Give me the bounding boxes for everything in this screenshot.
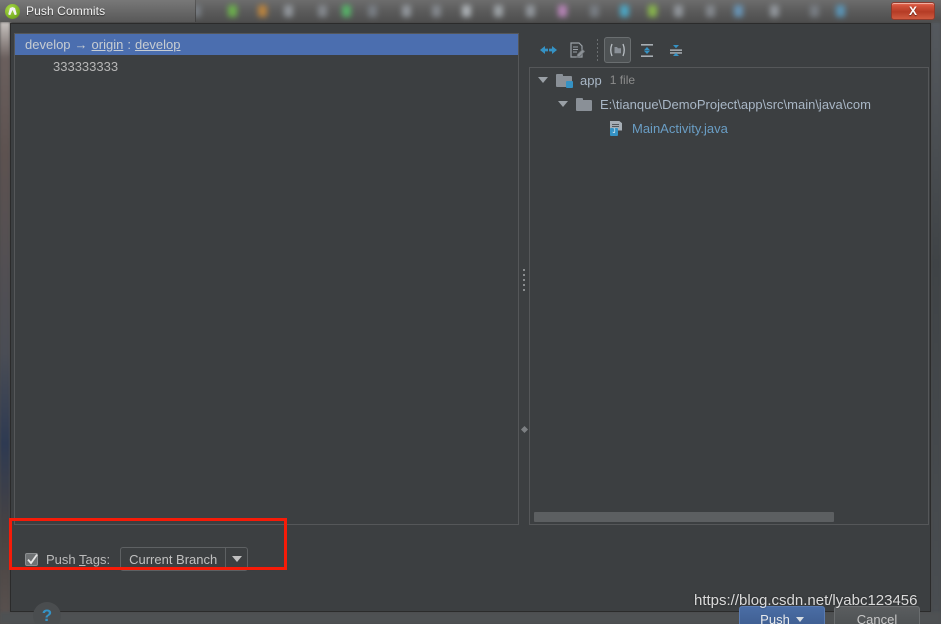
files-horizontal-scrollbar[interactable] (531, 511, 928, 523)
chevron-down-icon[interactable] (225, 548, 247, 570)
panel-splitter[interactable] (519, 33, 529, 525)
tree-row[interactable]: E:\tianque\DemoProject\app\src\main\java… (530, 92, 928, 116)
close-window-button[interactable]: X (891, 2, 935, 20)
file-name: MainActivity.java (632, 120, 728, 136)
window-title: Push Commits (26, 4, 106, 18)
backdrop-right-edge (931, 22, 941, 624)
commit-list-item[interactable]: 333333333 (15, 55, 518, 77)
edit-source-icon[interactable] (564, 37, 591, 63)
directory-path: E:\tianque\DemoProject\app\src\main\java… (600, 96, 871, 112)
push-button[interactable]: Push (739, 606, 825, 624)
expand-toggle-icon[interactable] (558, 101, 568, 107)
arrow-icon: → (74, 37, 88, 52)
show-diff-glyph (540, 46, 557, 54)
commits-panel[interactable]: develop → origin : develop 333333333 (14, 33, 519, 525)
local-branch-label: develop (25, 37, 71, 52)
branch-separator: : (127, 37, 131, 52)
module-folder-icon (556, 73, 573, 88)
changed-files-tree[interactable]: app 1 file E:\tianque\DemoProject\app\sr… (529, 67, 929, 525)
expand-all-icon[interactable] (633, 37, 660, 63)
directory-folder-icon (576, 97, 592, 111)
backdrop-left-edge (0, 22, 10, 624)
push-tags-checkbox[interactable] (25, 552, 38, 566)
commit-message: 333333333 (53, 58, 119, 74)
android-studio-icon (5, 3, 20, 19)
edit-source-glyph (569, 41, 585, 58)
splitter-marker-icon (520, 425, 529, 434)
cancel-button-label: Cancel (856, 612, 898, 624)
push-tags-option-row: Push Tags: Current Branch (25, 544, 249, 574)
push-button-label: Push (760, 612, 790, 624)
branch-header-row[interactable]: develop → origin : develop (15, 34, 518, 55)
push-tags-selected-value: Current Branch (129, 551, 218, 567)
toolbar-separator (597, 39, 598, 61)
dialog-action-buttons: Push Cancel (739, 606, 920, 624)
group-by-directory-glyph (610, 43, 625, 57)
remote-name-link[interactable]: origin (92, 37, 124, 52)
files-toolbar (529, 33, 929, 67)
show-diff-icon[interactable] (535, 37, 562, 63)
tree-row[interactable]: app 1 file (530, 68, 928, 92)
help-button[interactable]: ? (33, 602, 61, 624)
expand-all-glyph (640, 43, 653, 57)
close-icon: X (908, 4, 917, 18)
tree-row[interactable]: J MainActivity.java (530, 116, 928, 140)
changed-files-panel: app 1 file E:\tianque\DemoProject\app\sr… (529, 33, 929, 525)
collapse-all-icon[interactable] (662, 37, 689, 63)
screenshot-root: Push Commits X develop → origin : develo… (0, 0, 941, 624)
module-file-count: 1 file (609, 73, 636, 87)
dialog-content: develop → origin : develop 333333333 app… (14, 33, 929, 525)
splitter-grip-icon (523, 269, 526, 291)
collapse-all-glyph (669, 44, 682, 56)
push-commits-dialog: develop → origin : develop 333333333 app… (10, 23, 931, 624)
push-dropdown-icon[interactable] (795, 617, 804, 622)
cancel-button[interactable]: Cancel (834, 606, 920, 624)
java-file-icon: J (610, 120, 624, 136)
remote-branch-link[interactable]: develop (135, 37, 181, 52)
module-name: app (580, 72, 602, 88)
scrollbar-thumb[interactable] (534, 512, 834, 522)
titlebar-chrome: Push Commits (0, 0, 196, 22)
group-by-directory-icon[interactable] (604, 37, 631, 63)
help-icon: ? (41, 606, 53, 624)
window-titlebar: Push Commits X (0, 0, 941, 22)
checkmark-icon (27, 553, 38, 564)
push-tags-dropdown[interactable]: Current Branch (120, 547, 249, 571)
expand-toggle-icon[interactable] (538, 77, 548, 83)
push-tags-label: Push Tags: (46, 551, 111, 567)
